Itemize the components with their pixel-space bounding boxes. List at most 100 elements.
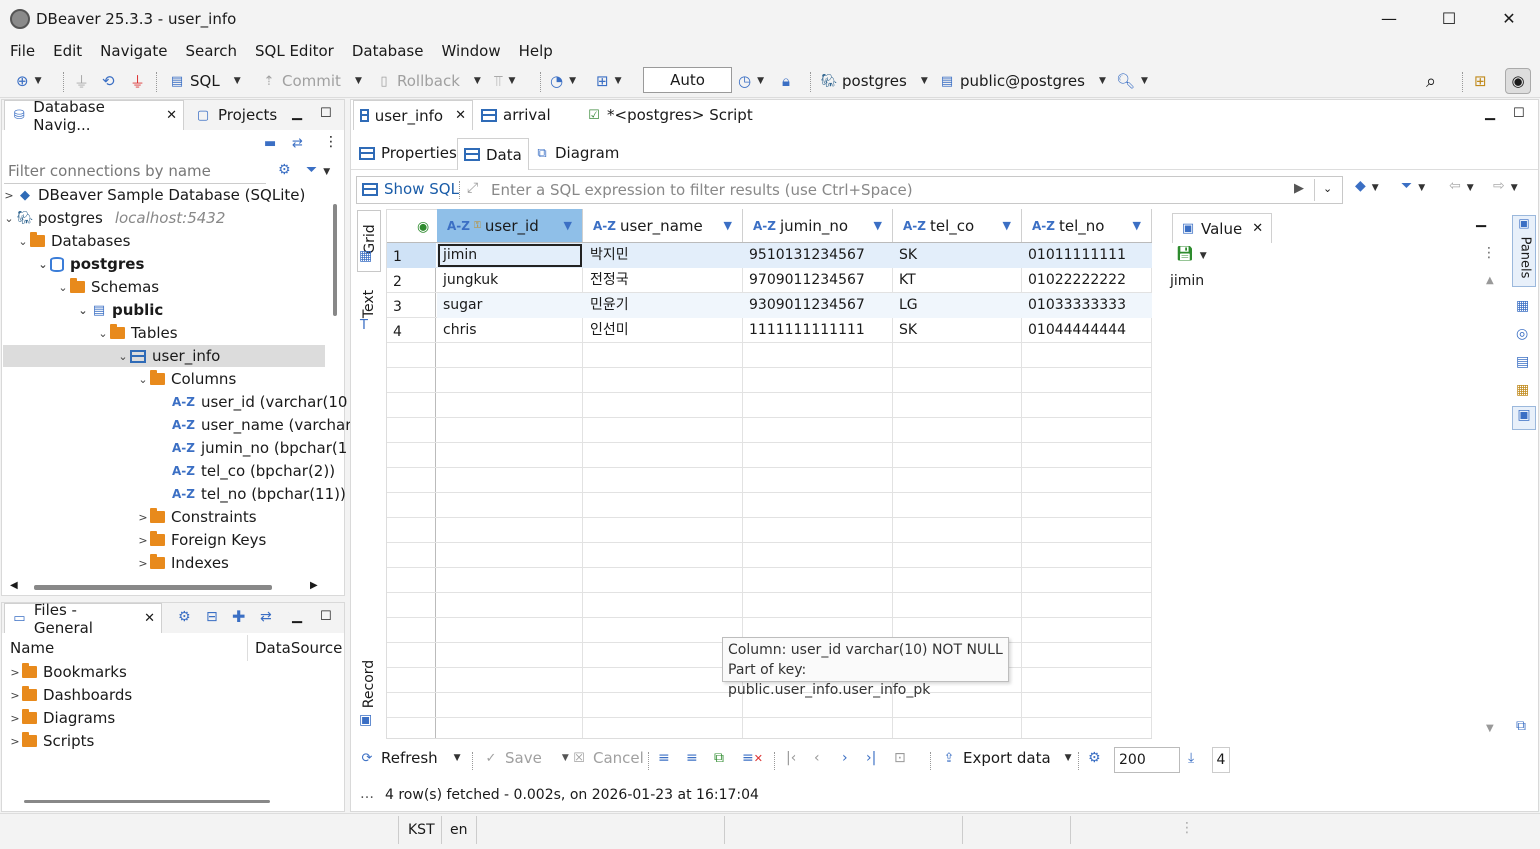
erase-filter-icon[interactable]: ◆ ▼ <box>1355 178 1379 194</box>
menu-window[interactable]: Window <box>432 38 509 64</box>
row-number[interactable]: 2 <box>387 270 402 295</box>
maximize-panel-icon[interactable]: ☐ <box>320 609 332 624</box>
tree-item-column-user-id[interactable]: A-Z user_id (varchar(10 <box>172 391 347 413</box>
panel-grid-icon[interactable]: ▦ <box>1516 298 1529 314</box>
export-data-button[interactable]: ⇪ Export data ▼ <box>940 749 1072 767</box>
minimize-editor-icon[interactable]: ▁ <box>1485 106 1495 121</box>
last-page-icon[interactable]: ›| <box>866 750 876 766</box>
cell-user-id[interactable]: sugar <box>437 293 582 318</box>
close-button[interactable]: ✕ <box>1486 4 1532 34</box>
cell-tel-no[interactable]: 01044444444 <box>1022 318 1151 343</box>
cell-user-id[interactable]: jungkuk <box>437 268 582 293</box>
cell-jumin-no[interactable]: 9510131234567 <box>743 243 892 268</box>
refresh-button[interactable]: ⟳ Refresh ▼ <box>358 749 461 767</box>
sort-arrow-icon[interactable]: ▼ <box>874 219 882 232</box>
transaction-mode-icon[interactable]: ⫪ ▼ <box>494 70 515 92</box>
cell-user-id[interactable]: chris <box>437 318 582 343</box>
files-item-dashboards[interactable]: > Dashboards <box>8 684 132 706</box>
panel-layout-icon[interactable]: ⧉ <box>1516 718 1526 734</box>
cell-jumin-no[interactable]: 9309011234567 <box>743 293 892 318</box>
fetch-next-icon[interactable]: ⤓ <box>1188 750 1194 766</box>
close-tab-icon[interactable]: ✕ <box>455 108 466 123</box>
locale-indicator[interactable]: en <box>450 822 468 838</box>
scroll-right-icon[interactable]: ▶ <box>310 580 318 591</box>
side-tab-record[interactable]: Record <box>357 658 381 710</box>
minimize-value-panel-icon[interactable]: ▁ <box>1476 213 1486 228</box>
cell-tel-no[interactable]: 01022222222 <box>1022 268 1151 293</box>
column-header-datasource[interactable]: DataSource <box>255 639 342 657</box>
filter-history-icon[interactable]: ⌄ <box>1323 182 1332 195</box>
column-header-name[interactable]: Name <box>10 639 54 657</box>
column-header-tel-co[interactable]: A-Z tel_co ▼ <box>893 209 1022 242</box>
next-page-icon[interactable]: › <box>842 750 848 766</box>
tree-item-columns[interactable]: ⌄ Columns <box>136 368 236 390</box>
lock-icon[interactable]: 🔒︎ <box>782 70 790 92</box>
tab-value[interactable]: ▣ Value ✕ <box>1172 213 1272 243</box>
files-item-bookmarks[interactable]: > Bookmarks <box>8 661 127 683</box>
apply-filter-icon[interactable]: ▶ <box>1294 181 1304 196</box>
add-resource-icon[interactable]: ✚ <box>232 607 245 626</box>
row-number[interactable]: 1 <box>387 245 402 270</box>
tree-item-column-jumin-no[interactable]: A-Z jumin_no (bpchar(1 <box>172 437 347 459</box>
panel-value-icon[interactable]: ▣ <box>1512 406 1536 430</box>
tree-horizontal-scrollbar[interactable] <box>34 585 272 590</box>
minimize-panel-icon[interactable]: ▁ <box>292 106 302 121</box>
filter-funnel-icon[interactable]: ⏷ ▼ <box>1401 178 1425 194</box>
results-settings-icon[interactable]: ⚙ <box>1088 750 1101 766</box>
sql-filter-input[interactable]: Enter a SQL expression to filter results… <box>491 181 913 199</box>
copy-row-icon[interactable]: ⧉ <box>714 750 724 766</box>
sort-arrow-icon[interactable]: ▼ <box>564 219 572 232</box>
save-value-icon[interactable]: 💾︎ ▼ <box>1176 246 1207 262</box>
tree-item-foreign-keys[interactable]: > Foreign Keys <box>136 529 266 551</box>
back-icon[interactable]: ⇦ ▼ <box>1449 178 1474 194</box>
cell-user-name[interactable]: 인선미 <box>584 318 742 343</box>
tree-item-column-tel-co[interactable]: A-Z tel_co (bpchar(2)) <box>172 460 335 482</box>
subtab-data[interactable]: Data <box>457 138 529 170</box>
files-item-scripts[interactable]: > Scripts <box>8 730 94 752</box>
value-scroll-down-icon[interactable]: ▼ <box>1486 723 1494 734</box>
menu-sql-editor[interactable]: SQL Editor <box>246 38 343 64</box>
menu-database[interactable]: Database <box>343 38 433 64</box>
sort-arrow-icon[interactable]: ▼ <box>1133 219 1141 232</box>
previous-page-icon[interactable]: ‹ <box>814 750 820 766</box>
new-connection-icon[interactable]: ⊕ ▼ <box>16 70 42 92</box>
cell-jumin-no[interactable]: 9709011234567 <box>743 268 892 293</box>
active-connection-selector[interactable]: 🐘︎ postgres ▼ <box>820 70 928 92</box>
value-scroll-up-icon[interactable]: ▲ <box>1486 275 1494 286</box>
sort-arrow-icon[interactable]: ▼ <box>1003 219 1011 232</box>
view-menu-icon[interactable]: ⋮ <box>324 134 338 150</box>
link-editor-icon[interactable]: ⇄ <box>292 136 303 151</box>
filter-connections-input[interactable]: Filter connections by name <box>4 158 266 184</box>
search-tool-icon[interactable]: 🔍︎ ▼ <box>1116 70 1148 92</box>
tab-postgres-script[interactable]: ☑ *<postgres> Script <box>579 100 759 130</box>
collapse-all-icon[interactable]: ▬ <box>264 136 276 151</box>
perspective-dbeaver-icon[interactable]: ◉ <box>1505 68 1531 94</box>
history-icon[interactable]: ◷ ▼ <box>738 70 764 92</box>
network-icon[interactable]: ⊞ ▼ <box>596 70 622 92</box>
tree-item-column-user-name[interactable]: A-Z user_name (varchar <box>172 414 351 436</box>
column-header-tel-no[interactable]: A-Z tel_no ▼ <box>1022 209 1152 242</box>
cell-tel-co[interactable]: SK <box>893 243 1021 268</box>
tree-item-postgres-db[interactable]: ⌄ postgres <box>36 253 144 275</box>
maximize-button[interactable]: ☐ <box>1426 4 1472 34</box>
active-schema-selector[interactable]: ▤ public@postgres ▼ <box>938 70 1106 92</box>
menu-file[interactable]: File <box>1 38 44 64</box>
cell-jumin-no[interactable]: 1111111111111 <box>743 318 892 343</box>
transaction-mode-field[interactable]: Auto <box>643 67 732 93</box>
rollback-button[interactable]: ▯ Rollback ▼ <box>375 70 480 92</box>
tab-arrival[interactable]: arrival <box>475 100 557 130</box>
files-horizontal-scrollbar[interactable] <box>24 800 270 803</box>
menu-help[interactable]: Help <box>510 38 562 64</box>
menu-edit[interactable]: Edit <box>44 38 91 64</box>
row-number[interactable]: 4 <box>387 320 402 345</box>
tree-item-indexes[interactable]: > Indexes <box>136 552 229 574</box>
tab-files-general[interactable]: ▭ Files - General ✕ <box>4 601 162 637</box>
tree-item-public-schema[interactable]: ⌄ ▤ public <box>76 299 163 321</box>
maximize-editor-icon[interactable]: ☐ <box>1513 106 1525 121</box>
minimize-panel-icon[interactable]: ▁ <box>292 609 302 624</box>
value-content[interactable]: jimin <box>1170 273 1204 289</box>
cell-tel-co[interactable]: KT <box>893 268 1021 293</box>
subtab-diagram[interactable]: ⧉ Diagram <box>527 138 625 168</box>
tree-item-postgres-connection[interactable]: ⌄ 🐘︎ postgres localhost:5432 <box>2 207 225 229</box>
expand-filter-icon[interactable]: ⤢ <box>467 180 478 196</box>
